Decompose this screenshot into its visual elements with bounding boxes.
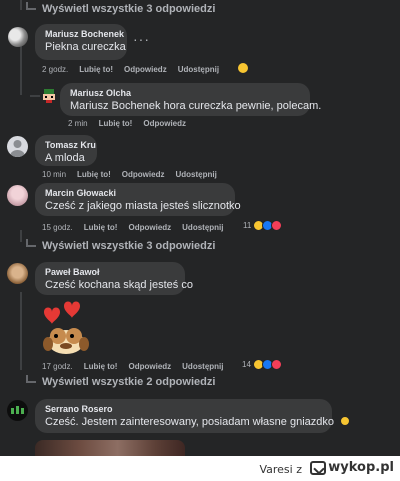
reaction-count: 14 [242,360,251,369]
like-button[interactable]: Lubię to! [77,170,111,179]
view-replies-link[interactable]: Wyświetl wszystkie 3 odpowiedzi [26,239,216,252]
comment-actions: 2 godz. Lubię to! Odpowiedz Udostępnij [42,65,219,74]
reply-button[interactable]: Odpowiedz [122,170,165,179]
thread-line [20,230,22,242]
reaction-summary[interactable]: 11 [243,220,283,231]
view-replies-label: Wyświetl wszystkie 3 odpowiedzi [42,3,216,15]
comment-actions: 17 godz. Lubię to! Odpowiedz Udostępnij [42,362,224,371]
avatar[interactable] [7,136,28,157]
like-button[interactable]: Lubię to! [99,119,133,128]
comments-panel: Wyświetl wszystkie 3 odpowiedzi Mariusz … [0,0,400,456]
comment-time[interactable]: 17 godz. [42,362,73,371]
comment-bubble: Mariusz Bochenek Piekna cureczka [35,24,127,60]
love-reaction-icon [271,220,283,231]
reply-button[interactable]: Odpowiedz [128,362,171,371]
footer-user: Varesi [259,463,293,476]
comment-time[interactable]: 2 min [68,119,88,128]
comment-bubble: Mariusz Olcha Mariusz Bochenek hora cure… [60,83,322,116]
comment-actions: 2 min Lubię to! Odpowiedz [68,119,186,128]
comment-author[interactable]: Tomasz Kru [45,140,96,150]
view-replies-link[interactable]: Wyświetl wszystkie 2 odpowiedzi [26,375,216,388]
comment-bubble: Paweł Bawoł Cześć kochana skąd jesteś co [35,262,193,295]
comment-bubble: Marcin Głowacki Cześć z jakiego miasta j… [35,183,241,216]
avatar[interactable] [7,400,28,421]
comment-time[interactable]: 15 godz. [42,223,73,232]
comment-time[interactable]: 2 godz. [42,65,68,74]
comment-text: Cześć kochana skąd jesteś co [45,279,193,291]
comment-author[interactable]: Serrano Rosero [45,404,322,414]
reply-arrow-icon [26,375,36,383]
comment-bubble: Serrano Rosero Cześć. Jestem zainteresow… [35,399,351,433]
footer-separator: z [296,463,302,476]
smile-emoji-icon [340,416,351,426]
view-replies-label: Wyświetl wszystkie 3 odpowiedzi [42,240,216,252]
comment-text: Cześć. Jestem zainteresowany, posiadam w… [45,416,351,428]
default-avatar-icon [10,140,25,157]
pixel-avatar-icon [43,89,55,103]
wykop-logo-icon [310,460,327,475]
comment-text: Cześć z jakiego miasta jesteś slicznotko [45,200,241,212]
comment-time[interactable]: 10 min [42,170,66,179]
comment-text: Mariusz Bochenek hora cureczka pewnie, p… [70,100,322,112]
comment-text: A mloda [45,152,85,164]
reply-button[interactable]: Odpowiedz [143,119,186,128]
comment-actions: 15 godz. Lubię to! Odpowiedz Udostępnij [42,223,224,232]
avatar[interactable] [8,27,28,47]
like-button[interactable]: Lubię to! [84,223,118,232]
comment-text-content: Cześć. Jestem zainteresowany, posiadam w… [45,416,334,428]
avatar[interactable] [7,263,28,284]
love-reaction-icon [270,359,282,370]
watermark-footer: Varesi z wykop.pl [0,456,400,481]
share-button[interactable]: Udostępnij [175,170,216,179]
reply-arrow-icon [26,239,36,247]
reply-arrow-icon [26,2,36,10]
thread-line [20,292,22,370]
comment-image-attachment[interactable] [35,440,185,456]
thread-line [20,0,22,10]
reply-button[interactable]: Odpowiedz [128,223,171,232]
view-replies-label: Wyświetl wszystkie 2 odpowiedzi [42,376,216,388]
share-button[interactable]: Udostępnij [178,65,219,74]
comment-actions: 10 min Lubię to! Odpowiedz Udostępnij [42,170,217,179]
footer-site: wykop.pl [328,460,394,475]
avatar[interactable] [40,87,58,105]
wykop-logo: wykop.pl [310,460,394,475]
comment-bubble: Tomasz Kru A mloda [35,135,97,166]
comment-author[interactable]: Paweł Bawoł [45,267,175,277]
comment-text: Piekna cureczka [45,41,126,53]
avatar[interactable] [7,185,28,206]
like-button[interactable]: Lubię to! [84,362,118,371]
comment-author[interactable]: Mariusz Bochenek [45,29,124,39]
reaction-summary[interactable]: 14 [242,359,282,370]
reaction-count: 11 [243,221,252,230]
reply-button[interactable]: Odpowiedz [124,65,167,74]
share-button[interactable]: Udostępnij [182,223,223,232]
thread-line [30,95,40,97]
comment-author[interactable]: Marcin Głowacki [45,188,225,198]
haha-emoji-icon[interactable] [237,62,249,74]
hearts-puppy-sticker [36,300,98,358]
like-button[interactable]: Lubię to! [79,65,113,74]
more-options-icon[interactable]: ··· [133,31,150,47]
view-replies-link[interactable]: Wyświetl wszystkie 3 odpowiedzi [26,2,216,15]
dark-avatar-icon [11,406,24,414]
share-button[interactable]: Udostępnij [182,362,223,371]
comment-author[interactable]: Mariusz Olcha [70,88,300,98]
footer-credit: Varesi z [259,463,302,476]
thread-line [20,45,22,95]
